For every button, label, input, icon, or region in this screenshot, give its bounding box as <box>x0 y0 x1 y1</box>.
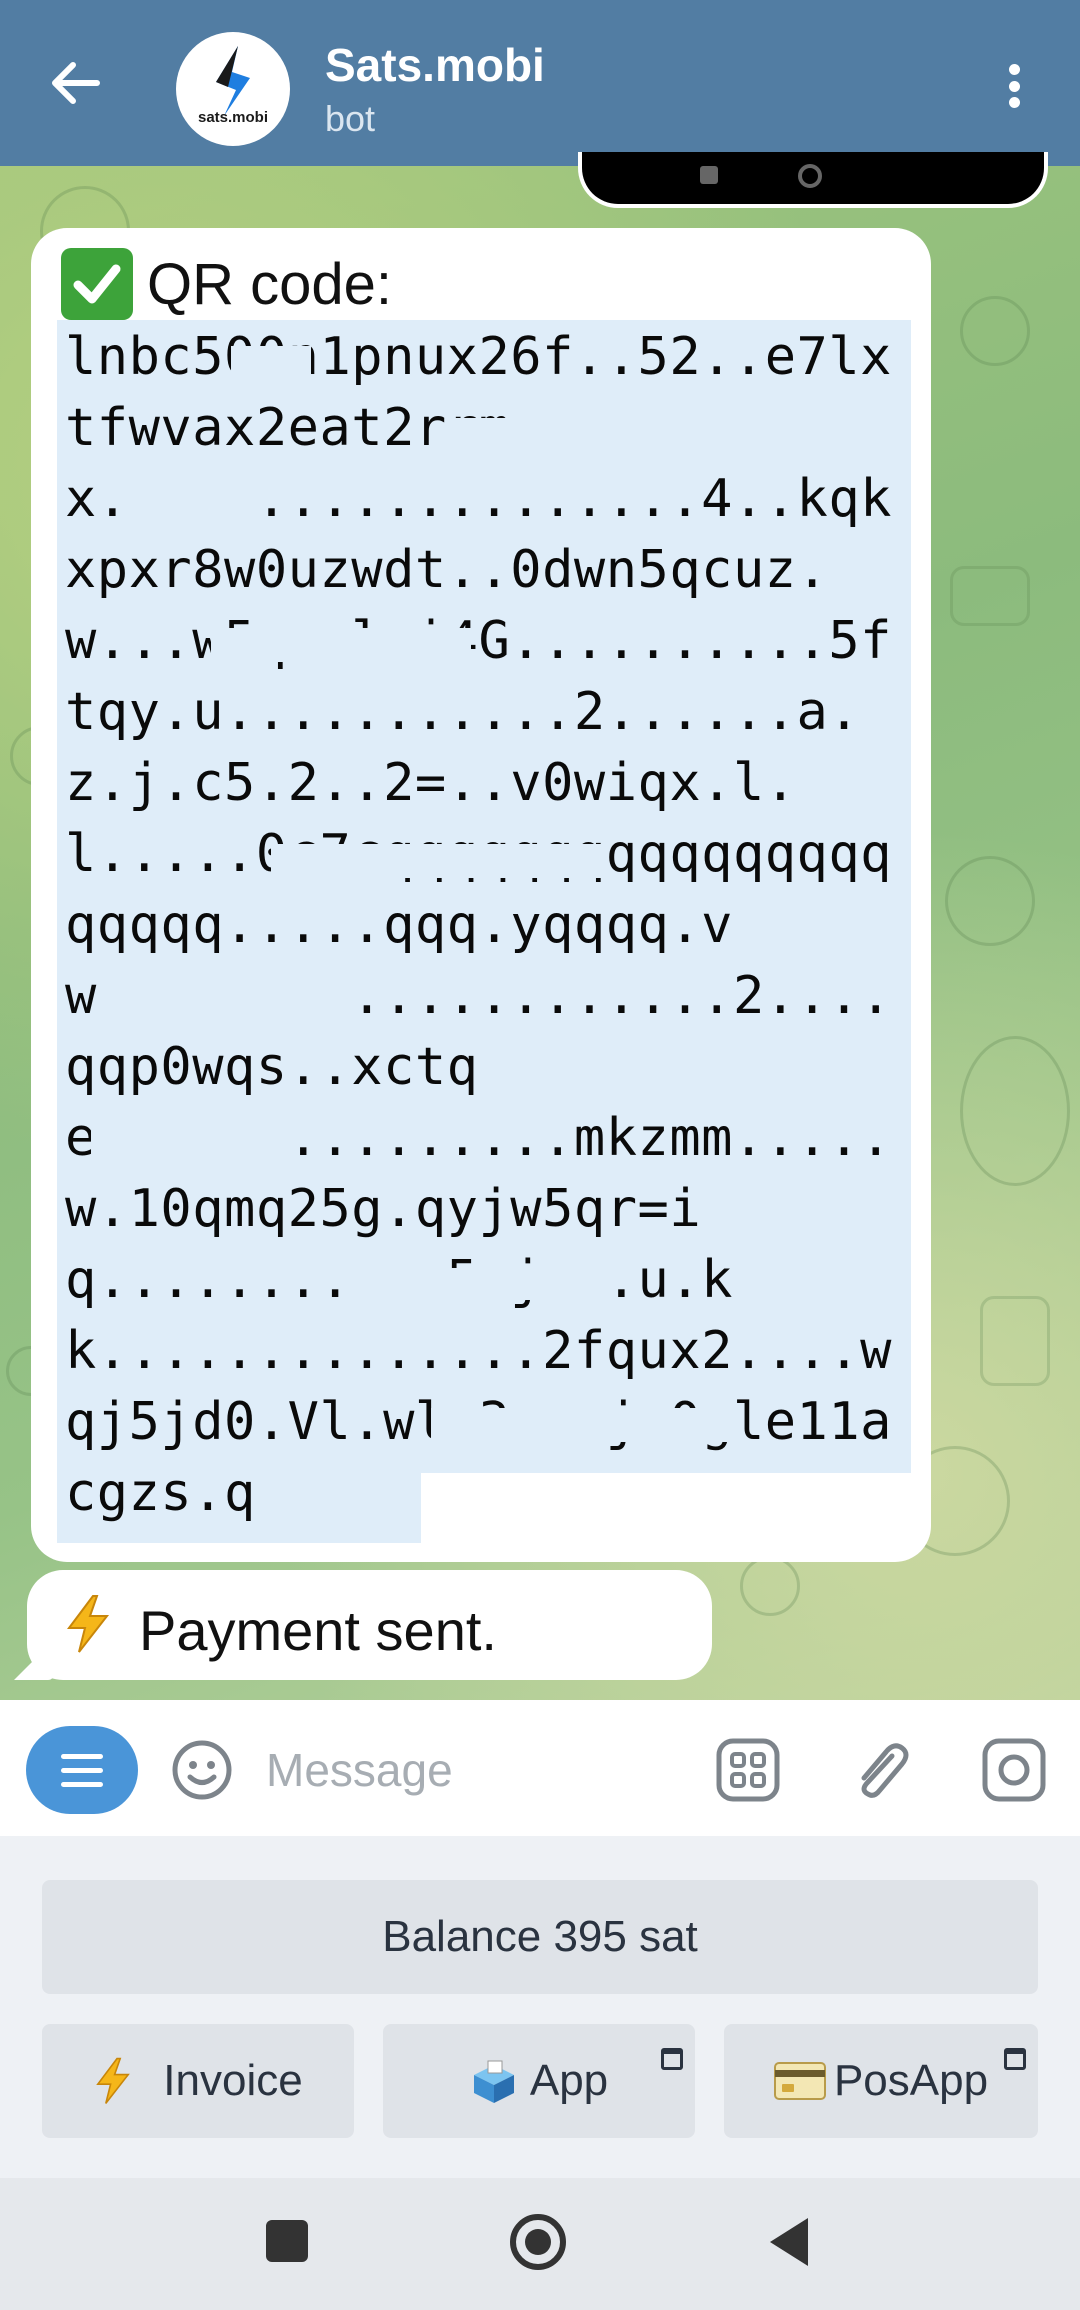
balance-button[interactable]: Balance 395 sat <box>42 1880 1038 1994</box>
qr-title: QR code: <box>61 248 392 320</box>
app-button[interactable]: App <box>383 2024 695 2138</box>
wallpaper-doodle <box>950 566 1030 626</box>
camera-icon[interactable] <box>980 1736 1048 1804</box>
avatar-label: sats.mobi <box>197 109 269 126</box>
sats-mobi-logo-icon <box>216 46 250 116</box>
paperclip-icon[interactable] <box>846 1736 914 1804</box>
menu-icon <box>61 1753 103 1759</box>
camera-cutout <box>578 152 1048 208</box>
system-nav-bar <box>0 2178 1080 2310</box>
back-button[interactable] <box>40 48 110 118</box>
chat-subtitle: bot <box>325 98 376 139</box>
chat-header: sats.mobi Sats.mobi bot <box>0 0 1080 166</box>
check-mark-button-icon <box>61 248 133 320</box>
invoice-button[interactable]: Invoice <box>42 2024 354 2138</box>
square-icon[interactable] <box>266 2220 308 2262</box>
payment-text: Payment sent. <box>63 1594 497 1667</box>
message-bubble-qr[interactable]: QR code: lnbc500n1pnux26f..52..e7lxtfwva… <box>31 228 931 1562</box>
message-input-bar <box>0 1700 1080 1836</box>
posapp-label: PosApp <box>833 2056 989 2105</box>
bot-menu-button[interactable] <box>26 1726 138 1814</box>
wallpaper-doodle <box>980 1296 1050 1386</box>
message-input[interactable] <box>266 1738 686 1802</box>
qr-title-text: QR code: <box>147 251 392 317</box>
emoji-icon[interactable] <box>170 1738 234 1802</box>
app-label: App <box>529 2056 609 2105</box>
circle-icon[interactable] <box>510 2214 566 2270</box>
high-voltage-icon <box>63 1594 113 1667</box>
bot-keyboard: Balance 395 sat Invoice App PosApp <box>0 1836 1080 2178</box>
balance-label: Balance 395 sat <box>382 1912 698 1961</box>
message-bubble-payment[interactable]: Payment sent. <box>27 1570 712 1680</box>
invoice-label: Invoice <box>163 2056 303 2105</box>
credit-card-icon <box>773 2062 826 2100</box>
posapp-button[interactable]: PosApp <box>724 2024 1038 2138</box>
high-voltage-icon <box>96 2057 131 2104</box>
more-options-button[interactable] <box>990 56 1038 116</box>
wallpaper-doodle <box>945 856 1035 946</box>
wallpaper-doodle <box>960 1036 1070 1186</box>
grid-icon[interactable] <box>714 1736 782 1804</box>
ballot-box-icon <box>473 2060 514 2103</box>
avatar[interactable]: sats.mobi <box>176 32 290 146</box>
more-vertical-icon <box>1008 64 1020 75</box>
arrow-left-icon <box>52 62 100 104</box>
payment-status-text: Payment sent. <box>139 1599 497 1662</box>
chat-title[interactable]: Sats.mobi <box>325 38 545 92</box>
open-window-icon <box>661 2048 683 2070</box>
wallpaper-doodle <box>740 1556 800 1616</box>
open-window-icon <box>1004 2048 1026 2070</box>
wallpaper-doodle <box>960 296 1030 366</box>
triangle-back-icon[interactable] <box>770 2218 808 2266</box>
